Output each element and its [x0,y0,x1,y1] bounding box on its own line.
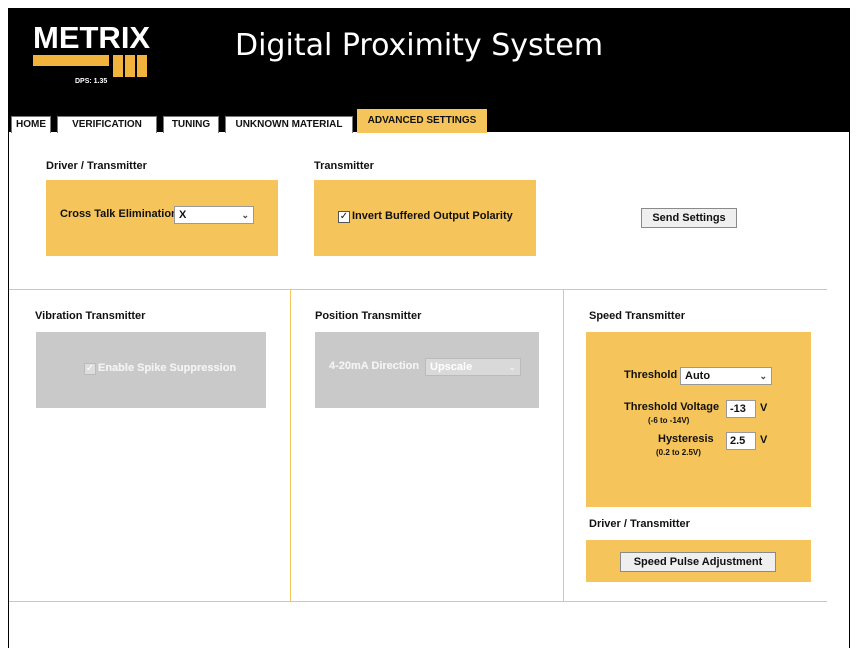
driver-transmitter-title: Driver / Transmitter [46,160,147,172]
threshold-voltage-range: (-6 to -14V) [648,416,690,425]
divider [9,289,827,290]
chevron-down-icon: ⌄ [759,371,767,381]
speed-pulse-panel: Speed Pulse Adjustment [586,540,811,582]
direction-value: Upscale [430,361,473,373]
divider [290,289,291,601]
direction-select[interactable]: Upscale ⌄ [425,358,521,376]
threshold-voltage-label: Threshold Voltage [624,401,720,413]
threshold-label: Threshold [624,369,678,381]
app-header: METRIX DPS: 1.35 Digital Proximity Syste… [9,8,849,133]
speed-driver-transmitter-title: Driver / Transmitter [589,518,690,530]
threshold-value: Auto [685,370,711,382]
threshold-voltage-unit: V [760,402,768,414]
hysteresis-range: (0.2 to 2.5V) [656,448,701,457]
position-panel: 4-20mA Direction Upscale ⌄ [315,332,539,408]
direction-label: 4-20mA Direction [329,360,420,372]
version-label: DPS: 1.35 [75,78,108,85]
speed-panel: Threshold Auto ⌄ Threshold Voltage (-6 t… [586,332,811,507]
cross-talk-label: Cross Talk Elimination [60,208,178,220]
threshold-voltage-input[interactable]: -13 [726,400,756,418]
tab-tuning[interactable]: TUNING [163,116,219,133]
metrix-logo: METRIX DPS: 1.35 [33,22,153,92]
position-transmitter-title: Position Transmitter [315,310,422,322]
divider [563,289,564,601]
spike-suppression-label: Enable Spike Suppression [98,362,237,374]
spike-suppression-checkbox[interactable]: ✓ [84,363,96,375]
chevron-down-icon: ⌄ [508,362,516,372]
transmitter-title: Transmitter [314,160,374,172]
invert-polarity-checkbox[interactable]: ✓ [338,211,350,223]
speed-transmitter-title: Speed Transmitter [589,310,685,322]
transmitter-panel: ✓ Invert Buffered Output Polarity [314,180,536,256]
tab-home[interactable]: HOME [11,116,51,133]
speed-pulse-adjustment-button[interactable]: Speed Pulse Adjustment [620,552,776,572]
tab-unknown-material[interactable]: UNKNOWN MATERIAL [225,116,353,133]
divider [9,601,827,602]
send-settings-button[interactable]: Send Settings [641,208,737,228]
tab-verification[interactable]: VERIFICATION [57,116,157,133]
vibration-transmitter-title: Vibration Transmitter [35,310,146,322]
tab-advanced-settings[interactable]: ADVANCED SETTINGS [357,109,487,133]
invert-polarity-label: Invert Buffered Output Polarity [352,210,513,222]
hysteresis-unit: V [760,434,768,446]
driver-transmitter-panel: Cross Talk Elimination X ⌄ [46,180,278,256]
cross-talk-select[interactable]: X ⌄ [174,206,254,224]
vibration-panel: ✓ Enable Spike Suppression [36,332,266,408]
logo-text: METRIX [33,20,151,55]
hysteresis-label: Hysteresis [658,433,714,445]
chevron-down-icon: ⌄ [241,210,249,220]
threshold-select[interactable]: Auto ⌄ [680,367,772,385]
app-window: METRIX DPS: 1.35 Digital Proximity Syste… [8,8,850,648]
app-title: Digital Proximity System [235,28,604,63]
cross-talk-value: X [179,209,187,221]
hysteresis-input[interactable]: 2.5 [726,432,756,450]
logo-bars [33,55,153,77]
